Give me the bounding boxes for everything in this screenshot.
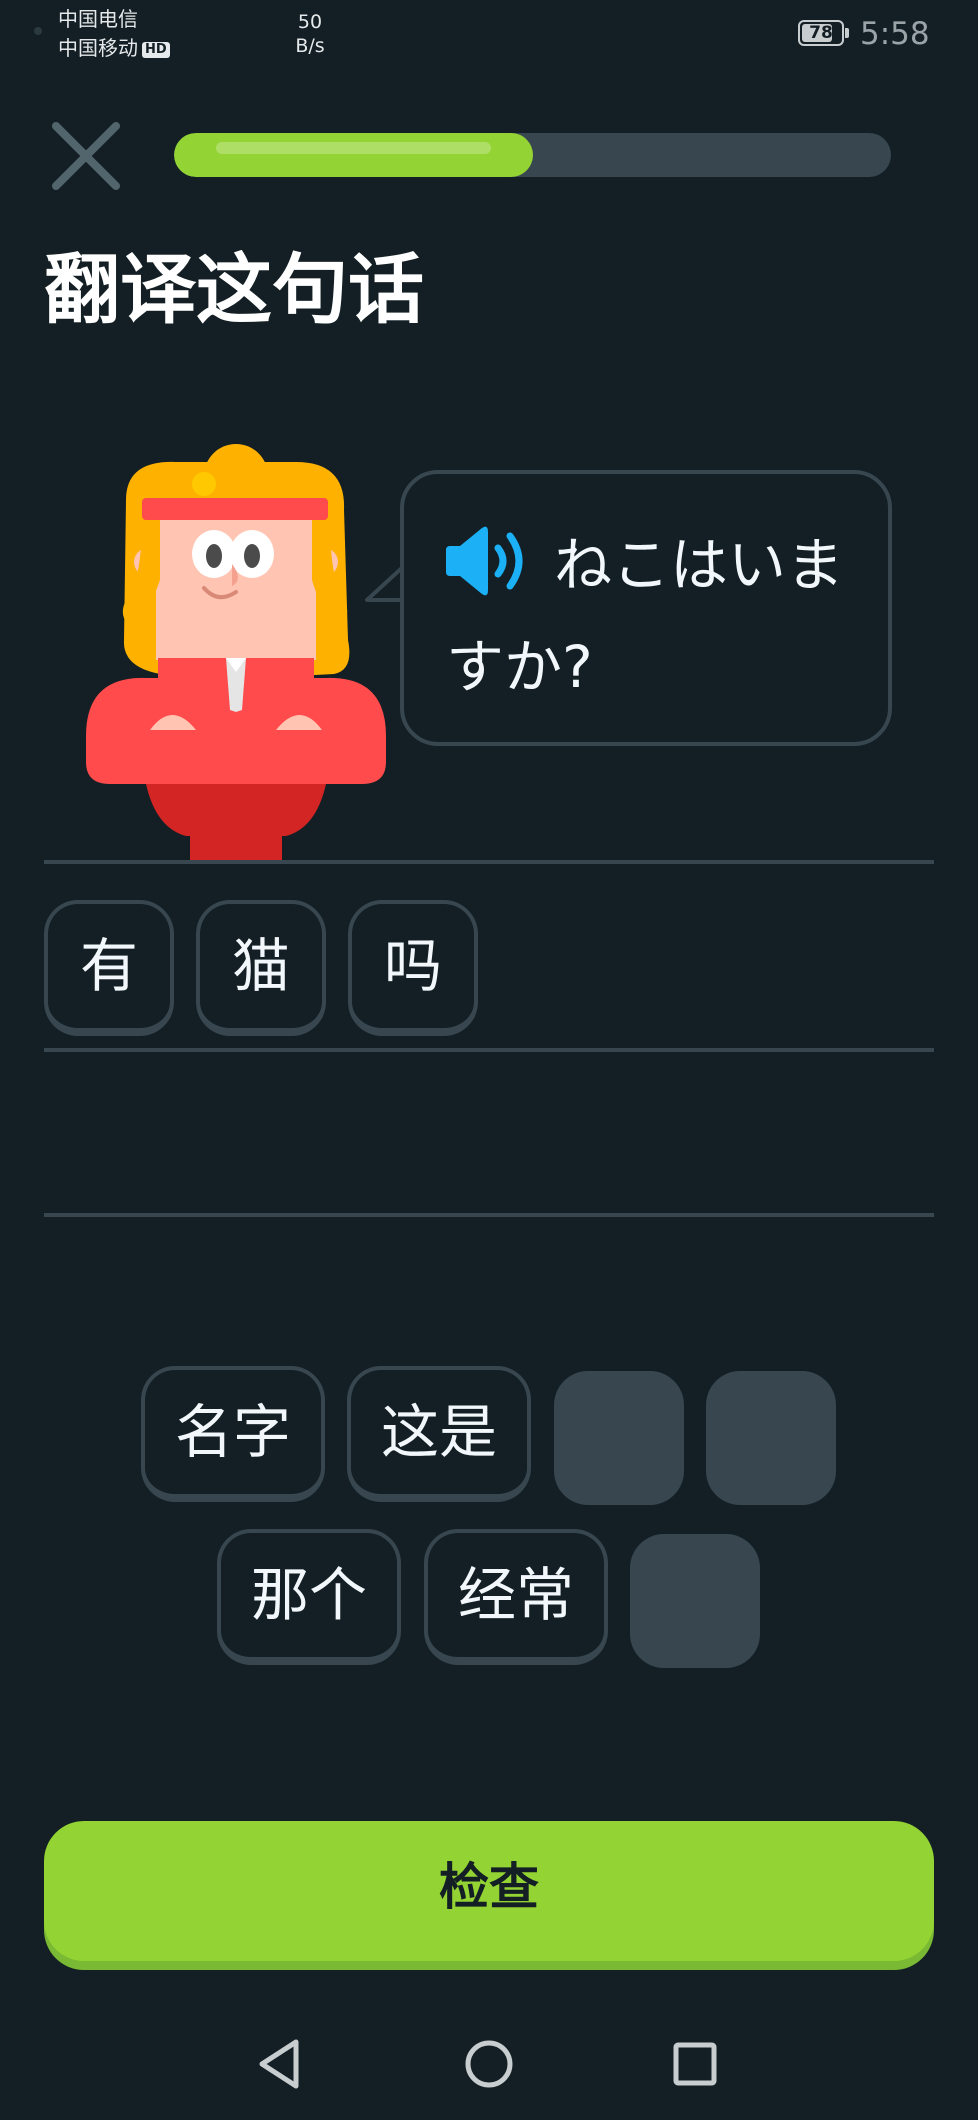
speech-bubble: ねこはいますか?: [400, 470, 892, 746]
hd-badge: HD: [142, 42, 170, 58]
close-icon: [52, 122, 120, 190]
answer-line-bottom: [44, 1213, 934, 1217]
word-bank-tile[interactable]: 这是: [347, 1366, 531, 1502]
clock: 5:58: [860, 16, 930, 52]
word-bank-tile[interactable]: 那个: [217, 1529, 401, 1665]
answer-tile[interactable]: 吗: [348, 900, 478, 1036]
home-circle-icon[interactable]: [461, 2036, 517, 2092]
prompt-sentence[interactable]: ねこはいますか?: [446, 514, 866, 718]
word-bank-empty-slot: [554, 1371, 684, 1505]
battery-icon: 78: [798, 20, 844, 46]
character-illustration: [86, 444, 386, 862]
word-bank-empty-slot: [706, 1371, 836, 1505]
carrier-2-row: 中国移动 HD: [58, 35, 170, 61]
word-bank-empty-slot: [630, 1534, 760, 1668]
network-speed: 50 B/s: [294, 10, 326, 58]
carrier-1: 中国电信: [58, 7, 138, 31]
speech-bubble-tail: [365, 566, 405, 602]
back-triangle-icon[interactable]: [252, 2036, 308, 2092]
recents-square-icon[interactable]: [667, 2036, 723, 2092]
status-bar: 中国电信 中国移动 HD 50 B/s 78 5:58: [0, 0, 978, 70]
instruction-title: 翻译这句话: [44, 245, 424, 334]
check-button[interactable]: 检查: [44, 1821, 934, 1961]
lesson-progress-bar: [174, 133, 891, 177]
network-speed-unit: B/s: [295, 35, 325, 57]
network-speed-value: 50: [297, 11, 323, 33]
progress-shine: [216, 142, 491, 154]
word-bank-tile[interactable]: 经常: [424, 1529, 608, 1665]
answer-tile[interactable]: 猫: [196, 900, 326, 1036]
carrier-2: 中国移动: [58, 36, 138, 60]
notification-dot: [34, 27, 42, 35]
answer-tile[interactable]: 有: [44, 900, 174, 1036]
battery-tip: [845, 28, 849, 38]
answer-line-middle: [44, 1048, 934, 1052]
close-button[interactable]: [48, 118, 124, 194]
progress-fill: [174, 133, 533, 177]
answer-line-top: [44, 860, 934, 864]
word-bank-tile[interactable]: 名字: [141, 1366, 325, 1502]
battery-level: 78: [809, 23, 833, 43]
